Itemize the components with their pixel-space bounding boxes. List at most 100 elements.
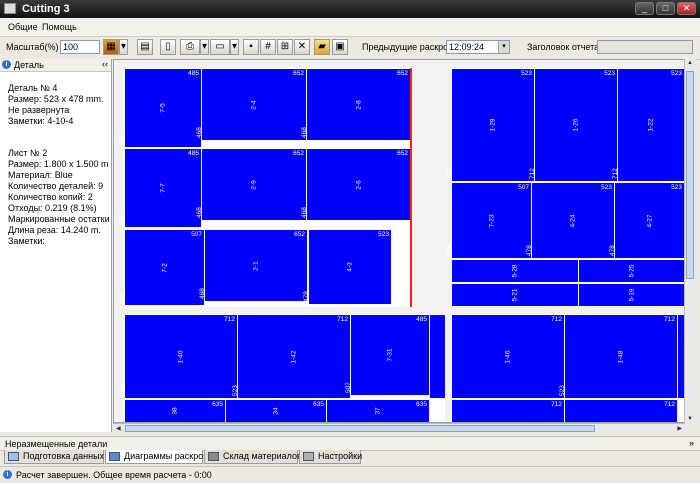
piece-height: 478 bbox=[526, 245, 533, 256]
preview-icon[interactable]: ▤ bbox=[137, 39, 153, 55]
piece-width: 523 bbox=[601, 184, 612, 191]
piece[interactable]: 507 485 7-2 bbox=[119, 229, 205, 306]
align-icon[interactable]: ▪ bbox=[243, 39, 259, 55]
scroll-down-icon[interactable]: ▼ bbox=[687, 416, 693, 422]
piece[interactable]: 485 507 7-31 bbox=[345, 314, 430, 396]
piece[interactable]: 635 38 bbox=[124, 399, 226, 422]
menu-help[interactable]: Помощь bbox=[42, 22, 77, 32]
minimize-button[interactable]: _ bbox=[635, 2, 654, 15]
scroll-up-icon[interactable]: ▲ bbox=[687, 60, 693, 66]
vertical-scrollbar[interactable]: ▲ ▼ bbox=[684, 59, 696, 423]
piece-height: 523 bbox=[559, 385, 566, 396]
window-controls: _ □ ✕ bbox=[635, 2, 696, 15]
piece[interactable]: 652 468 2-9 bbox=[196, 148, 307, 221]
document-icon[interactable]: ▯ bbox=[160, 39, 176, 55]
vertical-scroll-thumb[interactable] bbox=[686, 71, 694, 279]
piece[interactable]: 5-25 bbox=[578, 259, 684, 283]
close-button[interactable]: ✕ bbox=[677, 2, 696, 15]
expand-icon[interactable]: » bbox=[689, 438, 694, 448]
piece[interactable]: 485 507 7-5 bbox=[119, 68, 202, 148]
color-grid-icon[interactable]: ▦ bbox=[103, 39, 119, 55]
open-folder-icon[interactable]: ▰ bbox=[314, 39, 330, 55]
color-dropdown-icon[interactable]: ▾ bbox=[119, 39, 128, 55]
piece[interactable]: 635 34 bbox=[225, 399, 327, 422]
collapse-panel-button[interactable]: ‹‹ bbox=[102, 59, 108, 69]
piece[interactable]: 712 bbox=[564, 399, 678, 422]
export-dropdown-icon[interactable]: ▾ bbox=[230, 39, 239, 55]
piece[interactable]: 485 507 7-7 bbox=[119, 148, 202, 228]
sheet-line: Размер: 1.800 x 1.500 m bbox=[8, 159, 109, 169]
unplaced-details-bar[interactable]: Неразмещенные детали » bbox=[0, 436, 700, 451]
scroll-right-icon[interactable]: ▶ bbox=[677, 425, 682, 432]
piece[interactable]: 712 523 1-48 bbox=[559, 314, 678, 399]
scroll-left-icon[interactable]: ◀ bbox=[116, 425, 121, 432]
piece-width: 507 bbox=[518, 184, 529, 191]
piece[interactable]: 5-21 bbox=[451, 283, 579, 307]
piece[interactable]: 523 478 4-24 bbox=[526, 182, 615, 259]
status-bar: i Расчет завершен. Общее время расчета -… bbox=[0, 466, 700, 483]
tab-cutting-diagrams[interactable]: Диаграммы раскроя bbox=[105, 450, 208, 464]
horizontal-scroll-thumb[interactable] bbox=[125, 425, 595, 432]
piece[interactable]: 523 478 4-3 bbox=[303, 229, 392, 305]
sheet-4[interactable]: 712 523 1-46 712 523 1-48 712 712 bbox=[446, 314, 684, 422]
print-icon[interactable]: ⎙ bbox=[180, 39, 200, 55]
piece-height: 485 bbox=[446, 245, 453, 256]
cutting-diagram-area[interactable]: 485 507 7-5 652 468 2-4 652 468 2-8 485 507 7-7 … bbox=[113, 59, 685, 423]
delete-icon[interactable]: ✕ bbox=[294, 39, 310, 55]
sheet-1[interactable]: 485 507 7-5 652 468 2-4 652 468 2-8 485 507 7-7 … bbox=[119, 68, 411, 307]
horizontal-scrollbar[interactable]: ◀ ▶ bbox=[113, 423, 685, 433]
piece-width: 652 bbox=[397, 150, 408, 157]
piece[interactable]: 5-19 bbox=[578, 283, 684, 307]
piece-width: 712 bbox=[551, 401, 562, 408]
tab-settings[interactable]: Настройки bbox=[299, 450, 363, 464]
cut-marker-line bbox=[410, 68, 412, 307]
piece[interactable]: 712 523 1-42 bbox=[232, 314, 351, 399]
piece[interactable]: 523 478 4-27 bbox=[609, 182, 684, 259]
chevron-down-icon[interactable]: ▾ bbox=[498, 41, 509, 53]
piece[interactable]: 652 468 2-8 bbox=[301, 68, 411, 141]
menu-bar: Общие Помощь bbox=[0, 18, 700, 37]
piece-code: 1-40 bbox=[177, 349, 185, 364]
menu-general[interactable]: Общие bbox=[8, 22, 38, 32]
piece[interactable]: 652 468 2-1 bbox=[199, 229, 308, 302]
piece-code: 1-22 bbox=[647, 118, 655, 132]
split-icon[interactable]: ⊞ bbox=[277, 39, 293, 55]
prev-layouts-select[interactable]: 12:09:24 ▾ bbox=[446, 40, 510, 54]
scale-input[interactable]: 100 bbox=[60, 40, 100, 54]
piece-width: 712 bbox=[337, 316, 348, 323]
piece[interactable]: 523 712 1-29 bbox=[446, 68, 535, 182]
sheet-line: Количество деталей: 9 bbox=[8, 181, 104, 191]
piece[interactable]: 523 712 1-22 bbox=[612, 68, 684, 182]
tab-label: Настройки bbox=[318, 451, 363, 461]
export-icon[interactable]: ▭ bbox=[210, 39, 230, 55]
sheet-2[interactable]: 523 712 1-29 523 712 1-26 523 712 1-22 507 485 7… bbox=[446, 68, 684, 307]
piece-code: 4-24 bbox=[569, 213, 577, 228]
piece-code: 1-26 bbox=[572, 118, 580, 132]
piece[interactable]: 652 468 2-6 bbox=[301, 148, 411, 221]
save-icon[interactable]: ▣ bbox=[332, 39, 348, 55]
piece[interactable]: 507 485 7-23 bbox=[446, 182, 532, 259]
piece[interactable]: 523 712 1-26 bbox=[529, 68, 618, 182]
tab-label: Склад материалов bbox=[223, 451, 302, 461]
piece[interactable]: 712 bbox=[451, 399, 565, 422]
scale-label: Масштаб(%) bbox=[6, 42, 59, 52]
piece[interactable]: 652 468 2-4 bbox=[196, 68, 307, 141]
piece[interactable]: 712 523 1-46 bbox=[446, 314, 565, 399]
piece[interactable]: 635 37 bbox=[326, 399, 430, 422]
maximize-button[interactable]: □ bbox=[656, 2, 675, 15]
tab-data-preparation[interactable]: Подготовка данных bbox=[4, 450, 104, 464]
piece[interactable] bbox=[429, 314, 446, 399]
piece-code: 7-5 bbox=[159, 103, 167, 113]
report-title-input[interactable] bbox=[597, 40, 693, 54]
sheet-line: Количество копий: 2 bbox=[8, 192, 93, 202]
sheet-line: Лист № 2 bbox=[8, 148, 48, 158]
print-dropdown-icon[interactable]: ▾ bbox=[200, 39, 209, 55]
piece-height: 468 bbox=[301, 127, 308, 138]
piece-code: 1-29 bbox=[489, 118, 497, 132]
sheet-3[interactable]: 712 523 1-40 712 523 1-42 485 507 7-31 635 38 6… bbox=[119, 314, 446, 422]
piece-code: 7-23 bbox=[488, 213, 495, 228]
grid-lines-icon[interactable]: # bbox=[260, 39, 276, 55]
piece[interactable]: 712 523 1-40 bbox=[119, 314, 238, 399]
tab-materials-warehouse[interactable]: Склад материалов bbox=[204, 450, 302, 464]
piece[interactable]: 5-28 bbox=[451, 259, 579, 283]
